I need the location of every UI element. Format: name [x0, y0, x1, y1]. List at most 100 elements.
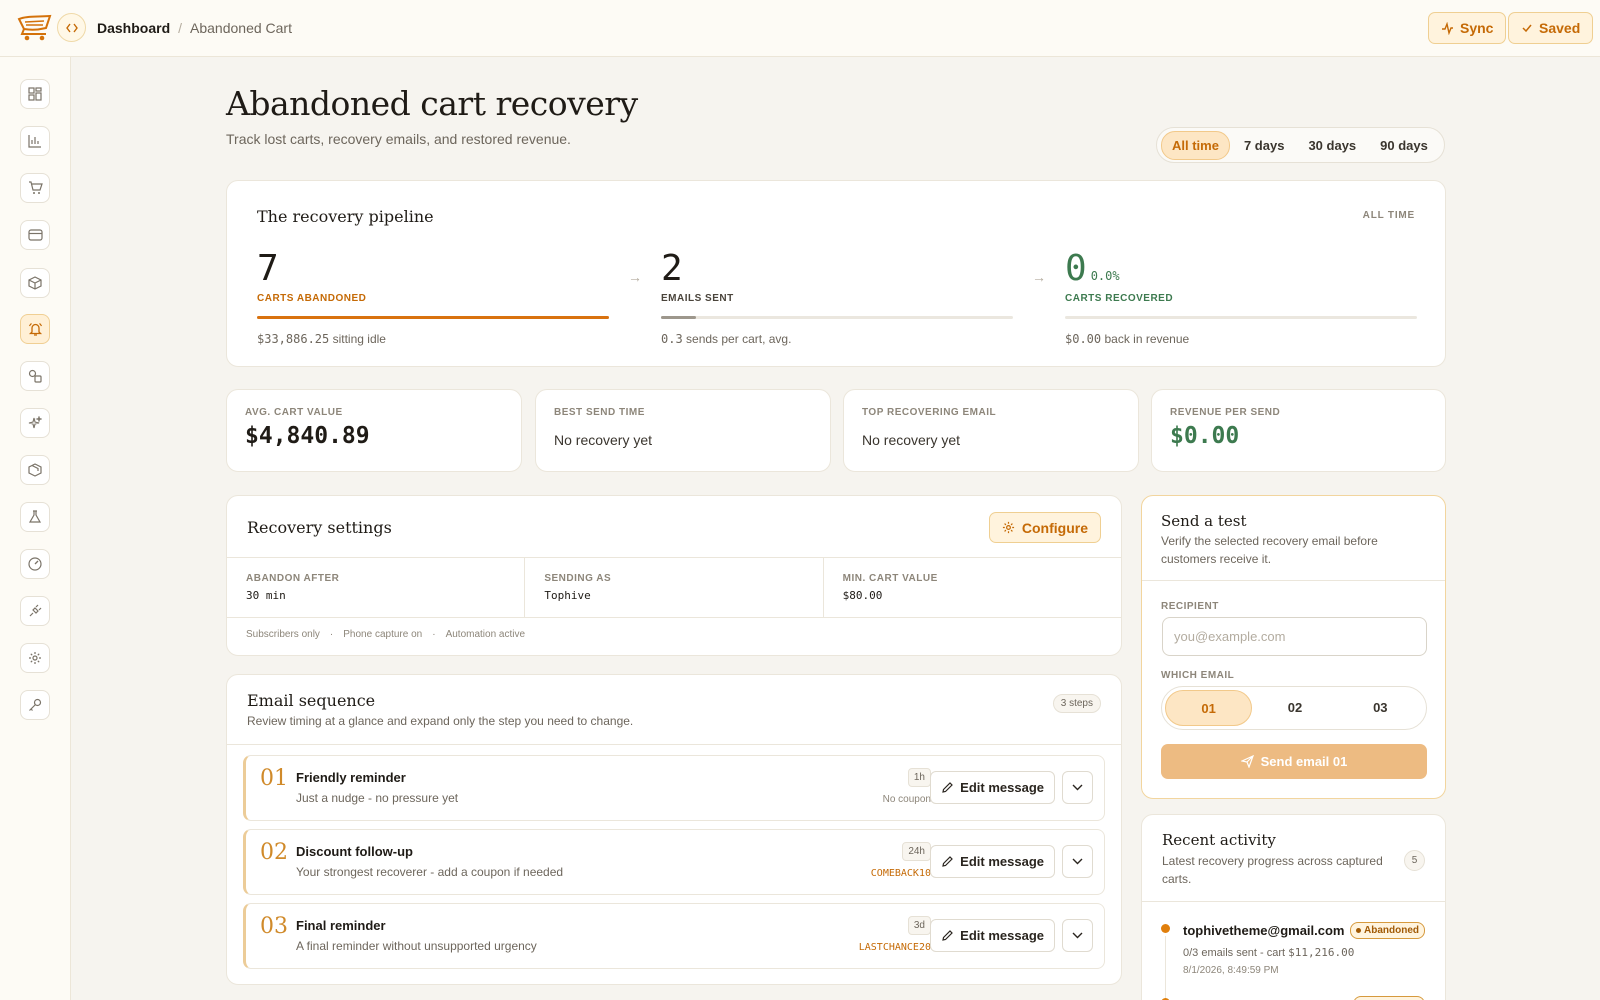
- package-icon[interactable]: [20, 455, 50, 485]
- expand-step-button[interactable]: [1062, 771, 1093, 804]
- edit-message-button[interactable]: Edit message: [930, 845, 1055, 878]
- step-delay-badge: 1h: [907, 768, 931, 787]
- arrow-right-icon: →: [1032, 269, 1046, 285]
- shapes-icon[interactable]: [20, 361, 50, 391]
- send-email-label: Send email 01: [1260, 754, 1348, 769]
- step-description: Your strongest recoverer - add a coupon …: [296, 865, 564, 879]
- step-description: A final reminder without unsupported urg…: [296, 939, 537, 953]
- tag-phone-capture: Phone capture on: [343, 629, 423, 640]
- sparkles-icon[interactable]: [20, 408, 50, 438]
- key-icon[interactable]: [20, 690, 50, 720]
- bar-chart-icon[interactable]: [20, 126, 50, 156]
- abandon-after-cell: ABANDON AFTER 30 min: [227, 558, 526, 617]
- step-description: Just a nudge - no pressure yet: [296, 791, 459, 805]
- avg-cart-value: $4,840.89: [245, 423, 370, 449]
- breadcrumb: Dashboard / Abandoned Cart: [97, 20, 292, 36]
- email-sequence-card: Email sequence Review timing at a glance…: [226, 674, 1122, 985]
- send-test-card: Send a test Verify the selected recovery…: [1141, 495, 1446, 799]
- stage-sent-value: 2: [661, 248, 683, 289]
- logo-icon[interactable]: [16, 13, 54, 43]
- top-email-value: No recovery yet: [862, 432, 961, 448]
- stage-sent-fill: [661, 316, 697, 319]
- edit-message-label: Edit message: [960, 928, 1044, 943]
- activity-meta-text: 0/3 emails sent - cart: [1183, 947, 1286, 959]
- sequence-step-02[interactable]: 02 Discount follow-up Your strongest rec…: [243, 829, 1105, 895]
- plug-icon[interactable]: [20, 596, 50, 626]
- activity-email[interactable]: tophivetheme@gmail.com: [1183, 923, 1344, 938]
- top-bar: Dashboard / Abandoned Cart Sync Saved: [0, 0, 1600, 57]
- which-email-selector: 01 02 03: [1161, 686, 1427, 730]
- stage-abandoned-note: $33,886.25 sitting idle: [257, 332, 609, 346]
- edit-message-button[interactable]: Edit message: [930, 771, 1055, 804]
- gauge-icon[interactable]: [20, 549, 50, 579]
- chevron-down-icon: [1072, 784, 1083, 791]
- tag-dot: ·: [329, 629, 334, 640]
- stage-recovered-note: $0.00 back in revenue: [1065, 332, 1417, 346]
- range-7-days[interactable]: 7 days: [1234, 132, 1294, 159]
- breadcrumb-current: Abandoned Cart: [190, 20, 292, 36]
- sidebar: [0, 57, 71, 1000]
- top-recovering-email-card: TOP RECOVERING EMAIL No recovery yet: [843, 389, 1139, 472]
- page-subtitle: Track lost carts, recovery emails, and r…: [226, 131, 571, 147]
- grid-icon[interactable]: [20, 79, 50, 109]
- pencil-icon: [942, 782, 954, 793]
- send-test-description: Verify the selected recovery email befor…: [1161, 534, 1378, 566]
- cart-icon[interactable]: [20, 173, 50, 203]
- tag-subscribers-only: Subscribers only: [246, 629, 320, 640]
- tag-automation-active: Automation active: [445, 629, 526, 640]
- activity-timestamp: 8/1/2026, 8:49:59 PM: [1183, 965, 1279, 976]
- email-option-02[interactable]: 02: [1252, 690, 1337, 726]
- breadcrumb-separator: /: [178, 20, 183, 36]
- expand-step-button[interactable]: [1062, 919, 1093, 952]
- tag-dot: ·: [432, 629, 436, 640]
- bell-icon[interactable]: [20, 314, 50, 344]
- stage-recovered-bar: [1065, 316, 1417, 319]
- sequence-step-03[interactable]: 03 Final reminder A final reminder witho…: [243, 903, 1105, 969]
- stage-abandoned-value: 7: [257, 248, 279, 289]
- sending-as-cell: SENDING AS Tophive: [525, 558, 824, 617]
- chevron-down-icon: [1072, 932, 1083, 939]
- step-coupon-code: COMEBACK10: [870, 868, 931, 879]
- stage-recovered-note-value: $0.00: [1065, 332, 1102, 346]
- expand-step-button[interactable]: [1062, 845, 1093, 878]
- activity-icon: [1442, 21, 1453, 35]
- code-toggle-icon[interactable]: [57, 13, 86, 42]
- step-delay-badge: 3d: [907, 916, 931, 935]
- stage-recovered-note-text: back in revenue: [1104, 332, 1190, 346]
- range-all-time[interactable]: All time: [1161, 130, 1230, 160]
- status-badge: Abandoned: [1350, 922, 1425, 939]
- breadcrumb-dashboard[interactable]: Dashboard: [97, 20, 170, 36]
- box-icon[interactable]: [20, 268, 50, 298]
- email-option-01[interactable]: 01: [1165, 690, 1253, 726]
- range-30-days[interactable]: 30 days: [1298, 132, 1366, 159]
- saved-button[interactable]: Saved: [1508, 12, 1594, 44]
- min-cart-value: $80.00: [842, 589, 883, 602]
- timeline-line: [1165, 936, 1166, 1000]
- pencil-icon: [942, 856, 954, 867]
- step-coupon: No coupon: [882, 794, 931, 805]
- stage-recovered-value: 0: [1065, 248, 1087, 289]
- flask-icon[interactable]: [20, 502, 50, 532]
- sequence-step-01[interactable]: 01 Friendly reminder Just a nudge - no p…: [243, 755, 1105, 821]
- settings-tags: Subscribers only · Phone capture on · Au…: [246, 629, 525, 640]
- credit-card-icon[interactable]: [20, 220, 50, 250]
- send-email-button[interactable]: Send email 01: [1161, 744, 1427, 779]
- stage-recovered: 0 0.0% CARTS RECOVERED $0.00 back in reve…: [1065, 249, 1417, 346]
- divider: [1142, 901, 1445, 902]
- sync-button[interactable]: Sync: [1428, 12, 1507, 44]
- stage-abandoned-fill: [257, 316, 609, 319]
- which-email-label: WHICH EMAIL: [1161, 670, 1235, 681]
- activity-cart-value: $11,216.00: [1288, 946, 1355, 959]
- stage-sent: 2 EMAILS SENT 0.3 sends per cart, avg.: [661, 249, 1013, 346]
- revenue-per-send-value: $0.00: [1170, 423, 1240, 449]
- range-90-days[interactable]: 90 days: [1370, 132, 1438, 159]
- pencil-icon: [942, 930, 954, 941]
- configure-button[interactable]: Configure: [988, 512, 1101, 543]
- edit-message-button[interactable]: Edit message: [930, 919, 1055, 952]
- stage-abandoned-label: CARTS ABANDONED: [257, 293, 367, 304]
- settings-title: Recovery settings: [247, 518, 392, 537]
- sequence-title: Email sequence: [247, 691, 376, 710]
- recipient-email-input[interactable]: you@example.com: [1162, 617, 1427, 656]
- email-option-03[interactable]: 03: [1338, 690, 1423, 726]
- gear-icon[interactable]: [20, 643, 50, 673]
